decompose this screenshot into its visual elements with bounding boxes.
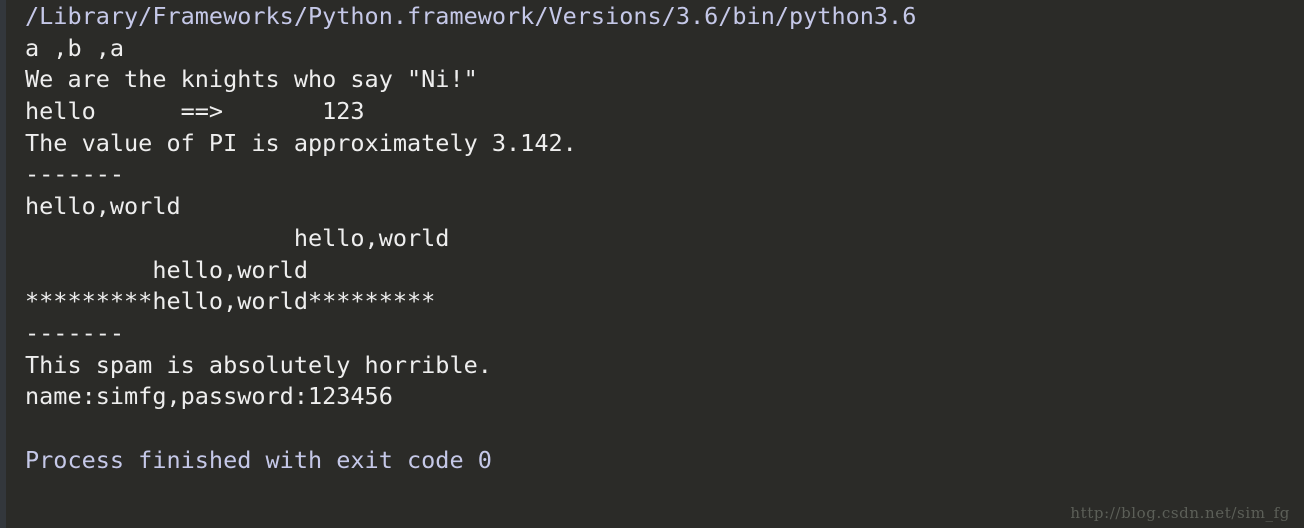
console-exit-status-line: Process finished with exit code 0 bbox=[25, 445, 492, 474]
console-line: hello,world bbox=[25, 223, 450, 252]
console-line: hello,world bbox=[25, 255, 308, 284]
console-line: a ,b ,a bbox=[25, 33, 125, 62]
console-line: ------- bbox=[25, 160, 125, 189]
console-line: hello,world bbox=[25, 192, 181, 221]
console-line: name:simfg,password:123456 bbox=[25, 382, 393, 411]
console-line: hello ==> 123 bbox=[25, 97, 365, 126]
console-line: ------- bbox=[25, 318, 125, 347]
console-line: /Library/Frameworks/Python.framework/Ver… bbox=[25, 2, 917, 30]
console-line: *********hello,world********* bbox=[25, 287, 436, 316]
console-line: This spam is absolutely horrible. bbox=[25, 350, 492, 379]
console-line: The value of PI is approximately 3.142. bbox=[25, 128, 577, 157]
console-output-area[interactable]: /Library/Frameworks/Python.framework/Ver… bbox=[6, 0, 1304, 528]
console-line: We are the knights who say "Ni!" bbox=[25, 65, 478, 94]
watermark-url: http://blog.csdn.net/sim_fg bbox=[1070, 504, 1290, 522]
run-console-window: /Library/Frameworks/Python.framework/Ver… bbox=[0, 0, 1304, 528]
